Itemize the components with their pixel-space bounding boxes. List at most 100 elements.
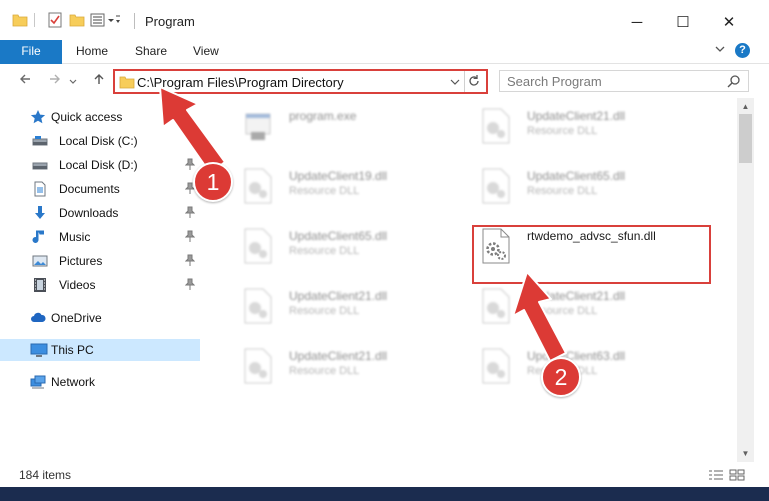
customize-icon[interactable] (90, 12, 120, 31)
network-icon (30, 374, 46, 390)
refresh-icon[interactable] (467, 72, 481, 93)
file-name: UpdateClient19.dll (289, 169, 388, 183)
scroll-down-icon[interactable]: ▼ (737, 445, 754, 462)
item-count: 184 items (19, 468, 72, 482)
sidebar-item-quick-access[interactable]: Quick access (0, 106, 200, 128)
sidebar-item-downloads[interactable]: Downloads (0, 202, 200, 224)
address-bar[interactable]: C:\Program Files\Program Directory (113, 69, 488, 94)
properties-icon[interactable] (47, 12, 63, 31)
step-badge-2: 2 (541, 357, 581, 397)
drive-icon (32, 157, 48, 173)
sidebar-item-videos[interactable]: Videos (0, 274, 200, 296)
sidebar-item-label: Music (59, 230, 91, 244)
details-view-icon[interactable] (708, 469, 724, 481)
folder-icon (119, 75, 135, 92)
file-item[interactable]: UpdateClient65.dll Resource DLL (221, 220, 461, 274)
dll-icon (479, 108, 513, 144)
large-icons-view-icon[interactable] (729, 469, 745, 481)
dll-icon (479, 168, 513, 204)
new-folder-icon[interactable] (69, 12, 85, 31)
music-icon (32, 229, 48, 245)
search-placeholder: Search Program (507, 74, 602, 89)
file-name: program.exe (289, 109, 357, 123)
taskbar-strip (0, 487, 769, 501)
tab-view[interactable]: View (193, 40, 219, 64)
file-type: Resource DLL (527, 305, 598, 317)
help-button[interactable]: ? (735, 43, 750, 58)
close-button[interactable]: ✕ (706, 8, 752, 36)
address-path[interactable]: C:\Program Files\Program Directory (137, 75, 344, 90)
file-item[interactable]: UpdateClient21.dll Resource DLL (459, 280, 699, 334)
file-item[interactable]: UpdateClient65.dll Resource DLL (459, 160, 699, 214)
file-name: UpdateClient21.dll (527, 289, 626, 303)
dll-icon (479, 288, 513, 324)
dll-icon (241, 168, 275, 204)
sidebar-item-documents[interactable]: Documents (0, 178, 200, 200)
pin-icon (184, 254, 196, 266)
scroll-up-icon[interactable]: ▲ (737, 98, 754, 115)
chevron-down-icon[interactable] (712, 43, 728, 59)
sidebar-item-local-disk-d[interactable]: Local Disk (D:) (0, 154, 200, 176)
sidebar-item-label: Network (51, 375, 96, 389)
file-item[interactable]: UpdateClient21.dll Resource DLL (221, 340, 461, 394)
file-name: UpdateClient65.dll (527, 169, 626, 183)
navigation-bar: C:\Program Files\Program Directory Searc… (0, 64, 769, 98)
recent-locations-button[interactable] (66, 71, 80, 91)
dll-icon (479, 348, 513, 384)
file-type: Resource DLL (527, 185, 598, 197)
minimize-button[interactable]: ─ (614, 8, 660, 36)
sidebar-item-label: Documents (59, 182, 120, 196)
file-name: UpdateClient21.dll (289, 349, 388, 363)
documents-icon (32, 181, 48, 197)
highlight-box (472, 225, 711, 284)
forward-button[interactable] (44, 71, 66, 91)
sidebar-item-label: OneDrive (51, 311, 102, 325)
pin-icon (184, 158, 196, 170)
file-item[interactable]: program.exe (221, 100, 461, 154)
up-button[interactable] (88, 71, 110, 91)
sidebar-item-network[interactable]: Network (0, 371, 200, 393)
sidebar-item-music[interactable]: Music (0, 226, 200, 248)
pictures-icon (32, 253, 48, 269)
file-item[interactable]: UpdateClient21.dll Resource DLL (459, 100, 699, 154)
drive-icon (32, 133, 48, 149)
folder-icon[interactable] (12, 12, 28, 31)
tab-home[interactable]: Home (76, 40, 108, 64)
file-item[interactable]: UpdateClient21.dll Resource DLL (221, 280, 461, 334)
divider (464, 71, 465, 92)
cloud-icon (30, 310, 46, 326)
tab-share[interactable]: Share (135, 40, 167, 64)
file-item[interactable]: UpdateClient63.dll Resource DLL (459, 340, 699, 394)
scroll-thumb[interactable] (739, 114, 752, 163)
sidebar-item-label: Local Disk (C:) (59, 134, 138, 148)
downloads-icon (32, 205, 48, 221)
sidebar-item-label: Videos (59, 278, 96, 292)
search-input[interactable]: Search Program (499, 70, 749, 92)
title-bar: Program ─ ☐ ✕ (0, 0, 769, 40)
file-name: UpdateClient21.dll (527, 109, 626, 123)
file-item[interactable]: UpdateClient19.dll Resource DLL (221, 160, 461, 214)
maximize-button[interactable]: ☐ (660, 8, 706, 36)
sidebar-item-label: Pictures (59, 254, 103, 268)
sidebar-item-label: This PC (51, 343, 94, 357)
sidebar-item-pictures[interactable]: Pictures (0, 250, 200, 272)
status-bar: 184 items (0, 462, 769, 487)
sidebar-item-local-disk-c[interactable]: Local Disk (C:) (0, 130, 200, 152)
computer-icon (30, 342, 48, 358)
dll-icon (241, 288, 275, 324)
window-title: Program (145, 14, 195, 29)
sidebar-item-label: Quick access (51, 110, 123, 124)
dll-icon (241, 348, 275, 384)
vertical-scrollbar[interactable]: ▲ ▼ (737, 98, 754, 462)
tab-file[interactable]: File (0, 40, 62, 64)
sidebar-item-label: Local Disk (D:) (59, 158, 138, 172)
file-type: Resource DLL (527, 125, 598, 137)
dll-icon (241, 228, 275, 264)
back-button[interactable] (14, 71, 36, 91)
sidebar-item-this-pc[interactable]: This PC (0, 339, 200, 361)
sidebar-item-onedrive[interactable]: OneDrive (0, 307, 200, 329)
file-type: Resource DLL (289, 185, 360, 197)
file-name: UpdateClient21.dll (289, 289, 388, 303)
chevron-down-icon[interactable] (450, 74, 460, 93)
file-name: UpdateClient65.dll (289, 229, 388, 243)
